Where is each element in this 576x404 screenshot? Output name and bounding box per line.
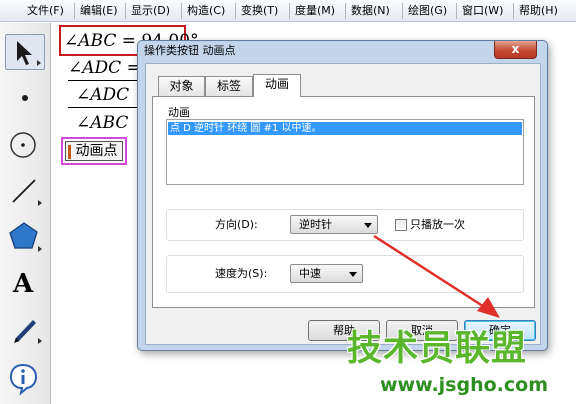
play-once-checkbox[interactable]	[395, 219, 407, 231]
more-tools-indicator	[38, 246, 42, 252]
direction-label: 方向(D):	[215, 218, 258, 231]
text-tool[interactable]: A	[5, 267, 45, 303]
circle-icon	[10, 132, 36, 158]
measurement-4[interactable]: ∠ABC	[76, 113, 128, 133]
menu-display[interactable]: 显示(D)	[131, 4, 170, 18]
measurement-2[interactable]: ∠ADC =	[68, 58, 141, 78]
menu-measure[interactable]: 度量(M)	[295, 4, 335, 18]
text-tool-icon: A	[13, 269, 34, 299]
marker-tool[interactable]	[5, 311, 45, 347]
info-icon	[9, 363, 38, 396]
menu-file[interactable]: 文件(F)	[27, 4, 64, 18]
more-tools-indicator	[38, 200, 42, 206]
more-tools-indicator	[37, 60, 41, 66]
watermark-logo: 技术员联盟	[347, 329, 528, 369]
speed-group: 速度为(S): 中速	[166, 255, 524, 293]
toolbox: A	[0, 23, 51, 404]
menu-data[interactable]: 数据(N)	[351, 4, 390, 18]
menu-edit[interactable]: 编辑(E)	[80, 4, 118, 18]
menu-transform[interactable]: 变换(T)	[241, 4, 278, 18]
straightedge-tool[interactable]	[5, 173, 45, 209]
polygon-tool[interactable]	[5, 219, 45, 255]
menu-help[interactable]: 帮助(H)	[519, 4, 558, 18]
menu-bar: 文件(F) 编辑(E) 显示(D) 构造(C) 变换(T) 度量(M) 数据(N…	[0, 0, 576, 22]
point-icon	[22, 95, 28, 101]
fraction-line	[68, 107, 138, 108]
speed-select[interactable]: 中速	[290, 264, 363, 283]
menu-graph[interactable]: 绘图(G)	[408, 4, 447, 18]
more-tools-indicator	[38, 338, 42, 344]
close-button[interactable]: x	[494, 41, 537, 59]
information-tool[interactable]	[5, 360, 45, 396]
dialog-body: 对象 标签 动画 动画 点 D 逆时针 环绕 圆 #1 以中速。 方向(D): …	[145, 63, 541, 345]
compass-tool[interactable]	[5, 127, 45, 163]
dialog-title: 操作类按钮 动画点	[144, 44, 236, 57]
animate-point-button[interactable]: 动画点	[65, 141, 123, 161]
watermark-url: www.jsgho.com	[380, 374, 548, 396]
action-button-highlight: 动画点	[61, 137, 127, 165]
direction-group: 方向(D): 逆时针 只播放一次	[166, 209, 524, 241]
action-button-dialog: 操作类按钮 动画点 x 对象 标签 动画 动画 点 D 逆时针 环绕 圆 #1 …	[137, 40, 548, 351]
point-tool[interactable]	[5, 80, 45, 116]
play-once-label: 只播放一次	[410, 218, 465, 231]
animation-panel: 动画 点 D 逆时针 环绕 圆 #1 以中速。 方向(D): 逆时针 只播放一次…	[152, 96, 535, 308]
fraction-line	[68, 80, 138, 81]
chevron-down-icon	[364, 223, 372, 228]
arrow-select-tool[interactable]	[5, 34, 45, 70]
tab-label[interactable]: 标签	[205, 76, 253, 96]
list-item[interactable]: 点 D 逆时针 环绕 圆 #1 以中速。	[168, 122, 522, 135]
tab-object[interactable]: 对象	[158, 76, 205, 96]
tab-animation[interactable]: 动画	[253, 74, 301, 97]
measurement-3[interactable]: ∠ADC	[76, 85, 129, 105]
menu-window[interactable]: 窗口(W)	[462, 4, 503, 18]
speed-label: 速度为(S):	[215, 267, 268, 280]
chevron-down-icon	[349, 272, 357, 277]
direction-select[interactable]: 逆时针	[290, 215, 378, 234]
animation-list[interactable]: 点 D 逆时针 环绕 圆 #1 以中速。	[166, 119, 524, 185]
animation-section-label: 动画	[168, 106, 190, 119]
menu-construct[interactable]: 构造(C)	[187, 4, 225, 18]
